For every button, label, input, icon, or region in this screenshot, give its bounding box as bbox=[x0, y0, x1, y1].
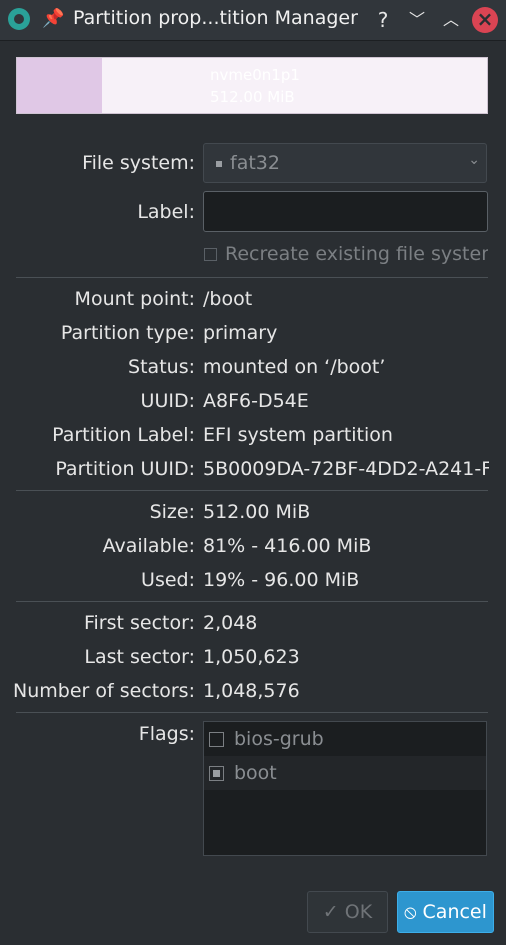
flag-item-bios-grub[interactable]: bios-grub bbox=[204, 722, 486, 756]
flag-item-boot[interactable]: boot bbox=[204, 756, 486, 790]
minimize-icon[interactable]: ﹀ bbox=[406, 6, 428, 34]
cancel-button[interactable]: ⦸ Cancel bbox=[397, 891, 494, 933]
used-value: 19% - 96.00 MiB bbox=[203, 569, 360, 591]
cancel-button-label: Cancel bbox=[422, 901, 487, 923]
filesystem-color-icon bbox=[216, 161, 222, 167]
partition-manager-app-icon[interactable] bbox=[8, 8, 30, 30]
last-sector-value: 1,050,623 bbox=[203, 646, 300, 668]
maximize-icon[interactable]: ︿ bbox=[440, 6, 462, 34]
partition-name: nvme0n1p1 bbox=[210, 66, 300, 84]
number-of-sectors-label: Number of sectors: bbox=[13, 680, 195, 702]
flag-label: boot bbox=[234, 762, 277, 784]
partition-size: 512.00 MiB bbox=[210, 88, 295, 106]
cancel-icon: ⦸ bbox=[404, 901, 417, 923]
partition-uuid-value: 5B0009DA-72BF-4DD2-A241-F9 bbox=[203, 458, 489, 480]
filesystem-label: File system: bbox=[82, 152, 195, 174]
flags-label: Flags: bbox=[138, 723, 195, 745]
mount-point-label: Mount point: bbox=[74, 288, 195, 310]
size-label: Size: bbox=[149, 501, 195, 523]
divider bbox=[16, 601, 488, 602]
last-sector-label: Last sector: bbox=[84, 646, 195, 668]
uuid-value: A8F6-D54E bbox=[203, 390, 309, 412]
window-title: Partition prop...tition Manager bbox=[73, 7, 358, 29]
partition-label-value: EFI system partition bbox=[203, 424, 393, 446]
ok-button-label: OK bbox=[344, 901, 373, 923]
number-of-sectors-value: 1,048,576 bbox=[203, 680, 300, 702]
checkmark-icon: ✓ bbox=[322, 901, 339, 923]
available-value: 81% - 416.00 MiB bbox=[203, 535, 372, 557]
label-field-label: Label: bbox=[137, 201, 195, 223]
partition-bar-label: nvme0n1p1 512.00 MiB bbox=[210, 64, 300, 108]
checkbox-checked-icon bbox=[209, 766, 224, 781]
available-label: Available: bbox=[102, 535, 195, 557]
first-sector-value: 2,048 bbox=[203, 612, 258, 634]
close-icon[interactable]: × bbox=[472, 7, 498, 33]
status-value: mounted on ‘/boot’ bbox=[203, 356, 386, 378]
checkbox-icon bbox=[204, 248, 217, 261]
ok-button[interactable]: ✓ OK bbox=[307, 891, 388, 933]
uuid-label: UUID: bbox=[140, 390, 195, 412]
partition-label-label: Partition Label: bbox=[52, 424, 195, 446]
checkbox-icon bbox=[209, 732, 224, 747]
partition-usage-bar: nvme0n1p1 512.00 MiB bbox=[16, 57, 488, 114]
divider bbox=[16, 712, 488, 713]
first-sector-label: First sector: bbox=[83, 612, 195, 634]
filesystem-value: fat32 bbox=[230, 152, 280, 174]
partition-type-label: Partition type: bbox=[60, 322, 195, 344]
mount-point-value: /boot bbox=[203, 288, 253, 310]
pin-icon[interactable]: 📌 bbox=[42, 8, 64, 29]
divider bbox=[16, 490, 488, 491]
flag-label: bios-grub bbox=[234, 728, 324, 750]
partition-type-value: primary bbox=[203, 322, 278, 344]
size-value: 512.00 MiB bbox=[203, 501, 311, 523]
divider bbox=[16, 277, 488, 278]
recreate-filesystem-checkbox[interactable]: Recreate existing file system bbox=[204, 243, 488, 269]
filesystem-select[interactable]: fat32 ⌄ bbox=[203, 143, 487, 183]
flags-list[interactable]: bios-grub boot bbox=[203, 721, 487, 856]
title-bar: 📌 Partition prop...tition Manager ? ﹀ ︿ … bbox=[0, 0, 506, 41]
used-label: Used: bbox=[141, 569, 195, 591]
partition-uuid-label: Partition UUID: bbox=[55, 458, 195, 480]
status-label: Status: bbox=[128, 356, 195, 378]
partition-used-fill bbox=[17, 58, 102, 113]
label-input[interactable] bbox=[203, 191, 488, 232]
help-icon[interactable]: ? bbox=[372, 6, 394, 34]
recreate-filesystem-label: Recreate existing file system bbox=[225, 243, 488, 265]
chevron-down-icon: ⌄ bbox=[468, 152, 480, 168]
